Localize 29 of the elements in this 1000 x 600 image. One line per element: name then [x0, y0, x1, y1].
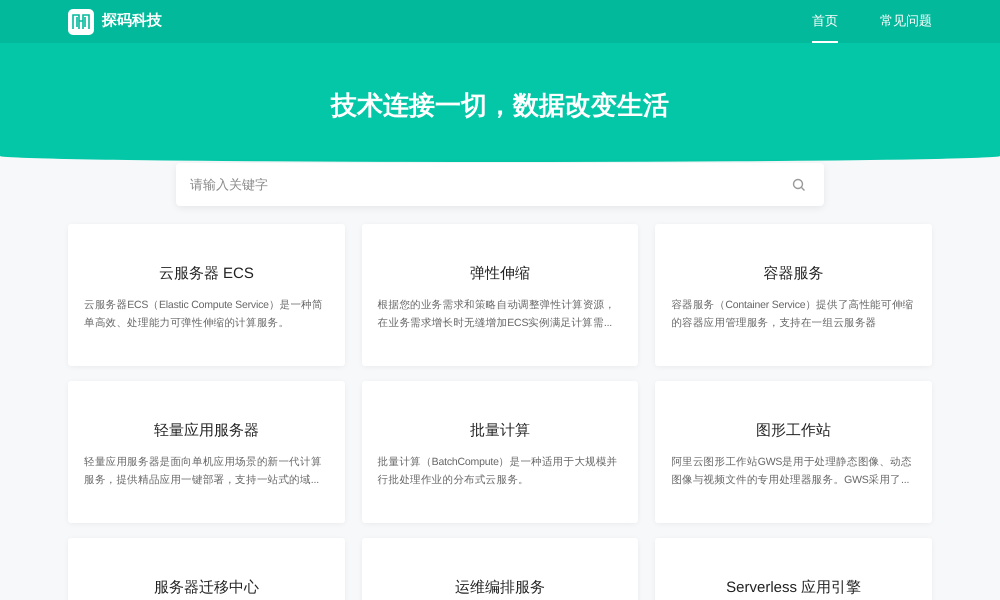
service-card[interactable]: 批量计算 批量计算（BatchCompute）是一种适用于大规模并行批处理作业的分布式云服务。 — [362, 381, 638, 523]
service-card[interactable]: 服务器迁移中心 — [68, 538, 345, 600]
service-card[interactable]: 轻量应用服务器 轻量应用服务器是面向单机应用场景的新一代计算服务，提供精品应用一键部署，支持一站式的域... — [68, 381, 345, 523]
card-description: 轻量应用服务器是面向单机应用场景的新一代计算服务，提供精品应用一键部署，支持一站式的域... — [84, 455, 323, 488]
card-description: 云服务器ECS（Elastic Compute Service）是一种简单高效、处理能力可弹性伸缩的计算服务。 — [84, 298, 324, 331]
hero-title: 技术连接一切，数据改变生活 — [329, 89, 670, 122]
card-title: 轻量应用服务器 — [152, 421, 260, 441]
card-title: 运维编排服务 — [454, 578, 546, 598]
service-card[interactable]: 图形工作站 阿里云图形工作站GWS是用于处理静态图像、动态图像与视频文件的专用处理器服务。GWS采用了... — [655, 381, 932, 523]
service-card[interactable]: 运维编排服务 — [362, 538, 638, 600]
search-field[interactable]: 请输入关键字 — [176, 163, 824, 206]
card-description: 容器服务（Container Service）提供了高性能可伸缩的容器应用管理服务，支持在一组云服务器 — [671, 298, 914, 331]
service-card[interactable]: 云服务器 ECS 云服务器ECS（Elastic Compute Service）是一种简单高效、处理能力可弹性伸缩的计算服务。 — [68, 224, 345, 366]
card-description: 阿里云图形工作站GWS是用于处理静态图像、动态图像与视频文件的专用处理器服务。GWS采用了... — [671, 455, 913, 488]
card-title: 容器服务 — [762, 264, 825, 284]
service-card[interactable]: 容器服务 容器服务（Container Service）提供了高性能可伸缩的容器应用管理服务，支持在一组云服务器 — [655, 224, 932, 366]
card-description: 批量计算（BatchCompute）是一种适用于大规模并行批处理作业的分布式云服务。 — [378, 455, 619, 488]
card-title: 服务器迁移中心 — [152, 578, 260, 598]
card-title: 图形工作站 — [755, 421, 832, 441]
card-title: 批量计算 — [468, 421, 531, 441]
card-title: 云服务器 ECS — [158, 264, 255, 284]
card-title: 弹性伸缩 — [468, 264, 531, 284]
card-description: 根据您的业务需求和策略自动调整弹性计算资源，在业务需求增长时无缝增加ECS实例满足计算需... — [378, 298, 616, 331]
search-icon[interactable] — [792, 178, 806, 192]
brand-name: 探码科技 — [102, 11, 162, 32]
card-title: Serverless 应用引擎 — [725, 578, 862, 598]
service-card[interactable]: 弹性伸缩 根据您的业务需求和策略自动调整弹性计算资源，在业务需求增长时无缝增加ECS实例满足计算需... — [362, 224, 638, 366]
logo-icon — [68, 8, 94, 34]
service-card[interactable]: Serverless 应用引擎 — [655, 538, 932, 600]
